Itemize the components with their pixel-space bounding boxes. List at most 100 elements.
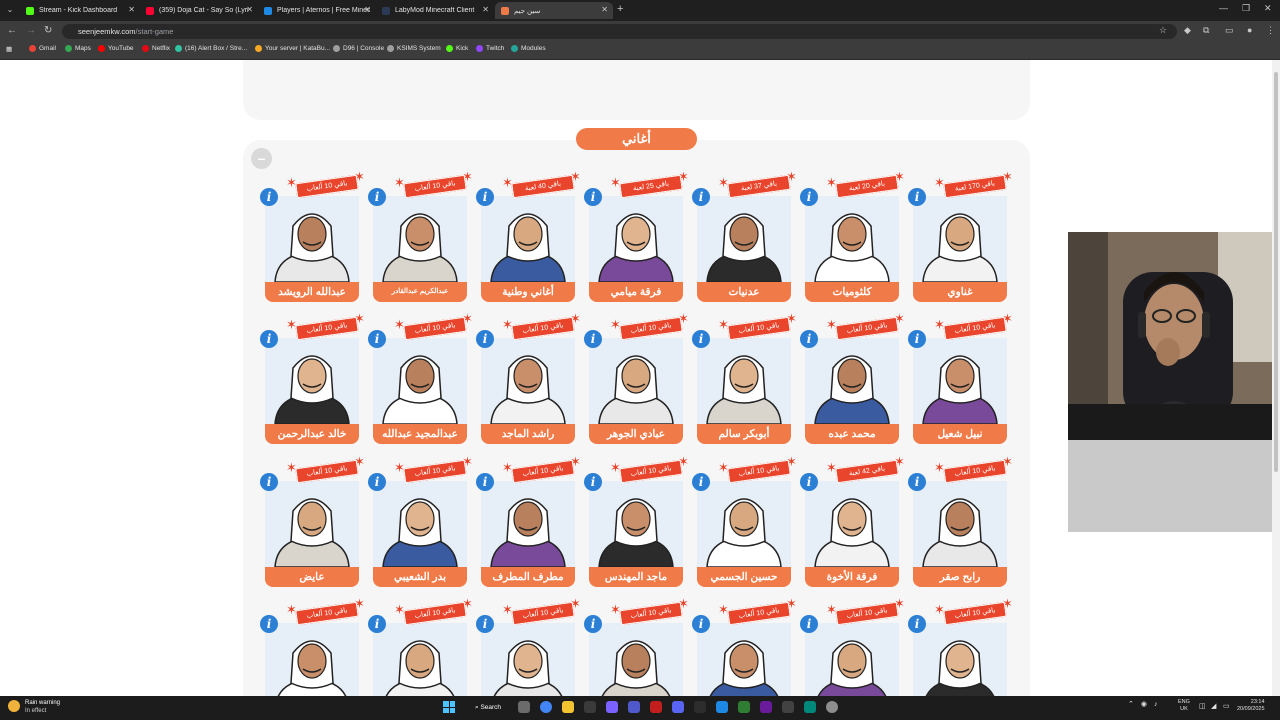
tab-close-icon[interactable]: ✕ xyxy=(246,5,253,14)
task-view-icon[interactable] xyxy=(518,701,530,713)
tab-close-icon[interactable]: ✕ xyxy=(601,5,608,14)
chrome-icon[interactable] xyxy=(540,701,552,713)
category-card[interactable]: عبدالمجيد عبدالله ✶ ✶ باقي 10 ألعاب i xyxy=(368,312,473,444)
category-card[interactable]: ✶ ✶ باقي 10 ألعاب i xyxy=(260,597,365,696)
category-card[interactable]: ✶ ✶ باقي 10 ألعاب i xyxy=(908,597,1013,696)
category-card[interactable]: عبادي الجوهر ✶ ✶ باقي 10 ألعاب i xyxy=(584,312,689,444)
taskbar-search[interactable]: ⌕ Search xyxy=(469,700,507,715)
visual-studio-icon[interactable] xyxy=(606,701,618,713)
info-icon[interactable]: i xyxy=(800,330,818,348)
info-icon[interactable]: i xyxy=(260,188,278,206)
scrollbar-thumb[interactable] xyxy=(1274,72,1278,472)
close-window-icon[interactable]: ✕ xyxy=(1264,3,1272,14)
chevron-up-icon[interactable]: ⌃ xyxy=(1128,700,1134,708)
bookmark-item[interactable]: Modules xyxy=(511,45,546,52)
info-icon[interactable]: i xyxy=(260,473,278,491)
category-card[interactable]: حسين الجسمي ✶ ✶ باقي 10 ألعاب i xyxy=(692,455,797,587)
minimize-icon[interactable]: — xyxy=(1219,3,1228,13)
browser-tab[interactable]: LabyMod Minecraft Client ✕ xyxy=(376,2,494,19)
new-tab-button[interactable]: + xyxy=(617,3,623,15)
info-icon[interactable]: i xyxy=(260,615,278,633)
app-icon-gray[interactable] xyxy=(782,701,794,713)
bookmark-item[interactable]: Netflix xyxy=(142,45,170,52)
category-card[interactable]: خالد عبدالرحمن ✶ ✶ باقي 10 ألعاب i xyxy=(260,312,365,444)
info-icon[interactable]: i xyxy=(908,473,926,491)
app-icon-blue[interactable] xyxy=(716,701,728,713)
settings-icon[interactable] xyxy=(826,701,838,713)
category-card[interactable]: رابح صقر ✶ ✶ باقي 10 ألعاب i xyxy=(908,455,1013,587)
extension-icon[interactable]: ◆ xyxy=(1184,25,1191,36)
bookmark-item[interactable]: Your server | KataBu... xyxy=(255,45,330,52)
info-icon[interactable]: i xyxy=(476,615,494,633)
start-icon[interactable] xyxy=(443,701,455,713)
network-icon[interactable]: ◫ xyxy=(1199,702,1206,710)
bookmark-item[interactable]: D96 | Console xyxy=(333,45,384,52)
info-icon[interactable]: i xyxy=(476,473,494,491)
browser-tab[interactable]: Players | Aternos | Free Minecra ✕ xyxy=(258,2,376,19)
bookmark-item[interactable]: Gmail xyxy=(29,45,56,52)
category-card[interactable]: راشد الماجد ✶ ✶ باقي 10 ألعاب i xyxy=(476,312,581,444)
bookmark-item[interactable]: Maps xyxy=(65,45,91,52)
info-icon[interactable]: i xyxy=(368,615,386,633)
info-icon[interactable]: i xyxy=(584,188,602,206)
category-card[interactable]: عايض ✶ ✶ باقي 10 ألعاب i xyxy=(260,455,365,587)
category-card[interactable]: ماجد المهندس ✶ ✶ باقي 10 ألعاب i xyxy=(584,455,689,587)
reload-icon[interactable]: ↻ xyxy=(44,25,52,36)
app-icon-purple[interactable] xyxy=(760,701,772,713)
category-card[interactable]: محمد عبده ✶ ✶ باقي 10 ألعاب i xyxy=(800,312,905,444)
category-card[interactable]: ✶ ✶ باقي 10 ألعاب i xyxy=(800,597,905,696)
bookmark-item[interactable]: (16) Alert Box / Stre... xyxy=(175,45,247,52)
page-scrollbar[interactable] xyxy=(1272,60,1280,696)
category-card[interactable]: كلثوميات ✶ ✶ باقي 20 لعبة i xyxy=(800,170,905,302)
category-card[interactable]: ✶ ✶ باقي 10 ألعاب i xyxy=(584,597,689,696)
bookmark-item[interactable]: Twitch xyxy=(476,45,504,52)
discord-icon[interactable] xyxy=(672,701,684,713)
profile-icon[interactable]: ● xyxy=(1247,25,1252,35)
sidebar-icon[interactable]: ▭ xyxy=(1225,25,1234,36)
language-indicator[interactable]: ENG UK xyxy=(1178,699,1190,713)
info-icon[interactable]: i xyxy=(692,473,710,491)
teams-icon[interactable] xyxy=(628,701,640,713)
bookmark-item[interactable]: Kick xyxy=(446,45,468,52)
category-card[interactable]: أبوبكر سالم ✶ ✶ باقي 10 ألعاب i xyxy=(692,312,797,444)
app-icon-teal[interactable] xyxy=(804,701,816,713)
category-card[interactable]: ✶ ✶ باقي 10 ألعاب i xyxy=(476,597,581,696)
tab-close-icon[interactable]: ✕ xyxy=(482,5,489,14)
bookmark-item[interactable]: KSIMS System xyxy=(387,45,441,52)
info-icon[interactable]: i xyxy=(368,188,386,206)
info-icon[interactable]: i xyxy=(692,330,710,348)
info-icon[interactable]: i xyxy=(908,188,926,206)
info-icon[interactable]: i xyxy=(800,473,818,491)
category-card[interactable]: عبدالكريم عبدالقادر ✶ ✶ باقي 10 ألعاب i xyxy=(368,170,473,302)
browser-tab[interactable]: سين جيم ✕ xyxy=(495,2,613,19)
category-card[interactable]: ✶ ✶ باقي 10 ألعاب i xyxy=(692,597,797,696)
menu-icon[interactable]: ⋮ xyxy=(1266,25,1275,36)
info-icon[interactable]: i xyxy=(368,330,386,348)
category-card[interactable]: نبيل شعيل ✶ ✶ باقي 10 ألعاب i xyxy=(908,312,1013,444)
info-icon[interactable]: i xyxy=(800,188,818,206)
battery-icon[interactable]: ▭ xyxy=(1223,702,1230,710)
category-card[interactable]: غناوي ✶ ✶ باقي 170 لعبة i xyxy=(908,170,1013,302)
address-bar[interactable]: seenjeemkw.com/start-game xyxy=(62,24,1177,39)
info-icon[interactable]: i xyxy=(692,188,710,206)
microphone-icon[interactable]: ♪ xyxy=(1154,701,1158,708)
category-card[interactable]: بدر الشعيبي ✶ ✶ باقي 10 ألعاب i xyxy=(368,455,473,587)
info-icon[interactable]: i xyxy=(476,330,494,348)
bookmark-star-icon[interactable]: ☆ xyxy=(1159,25,1167,36)
info-icon[interactable]: i xyxy=(584,473,602,491)
category-card[interactable]: عبدالله الرويشد ✶ ✶ باقي 10 ألعاب i xyxy=(260,170,365,302)
apps-icon[interactable]: ▦ xyxy=(6,45,12,53)
info-icon[interactable]: i xyxy=(908,330,926,348)
tab-close-icon[interactable]: ✕ xyxy=(128,5,135,14)
info-icon[interactable]: i xyxy=(260,330,278,348)
info-icon[interactable]: i xyxy=(692,615,710,633)
volume-icon[interactable]: ◢ xyxy=(1211,702,1216,710)
category-card[interactable]: عدنيات ✶ ✶ باقي 37 لعبة i xyxy=(692,170,797,302)
app-icon-green[interactable] xyxy=(738,701,750,713)
browser-tab[interactable]: (359) Doja Cat - Say So (Lyri ✕ xyxy=(140,2,258,19)
forward-icon[interactable]: → xyxy=(26,25,36,36)
category-card[interactable]: أغاني وطنية ✶ ✶ باقي 40 لعبة i xyxy=(476,170,581,302)
extensions-puzzle-icon[interactable]: ⧉ xyxy=(1203,25,1209,36)
store-icon[interactable] xyxy=(584,701,596,713)
category-card[interactable]: فرقة الأخوة ✶ ✶ باقي 42 لعبة i xyxy=(800,455,905,587)
